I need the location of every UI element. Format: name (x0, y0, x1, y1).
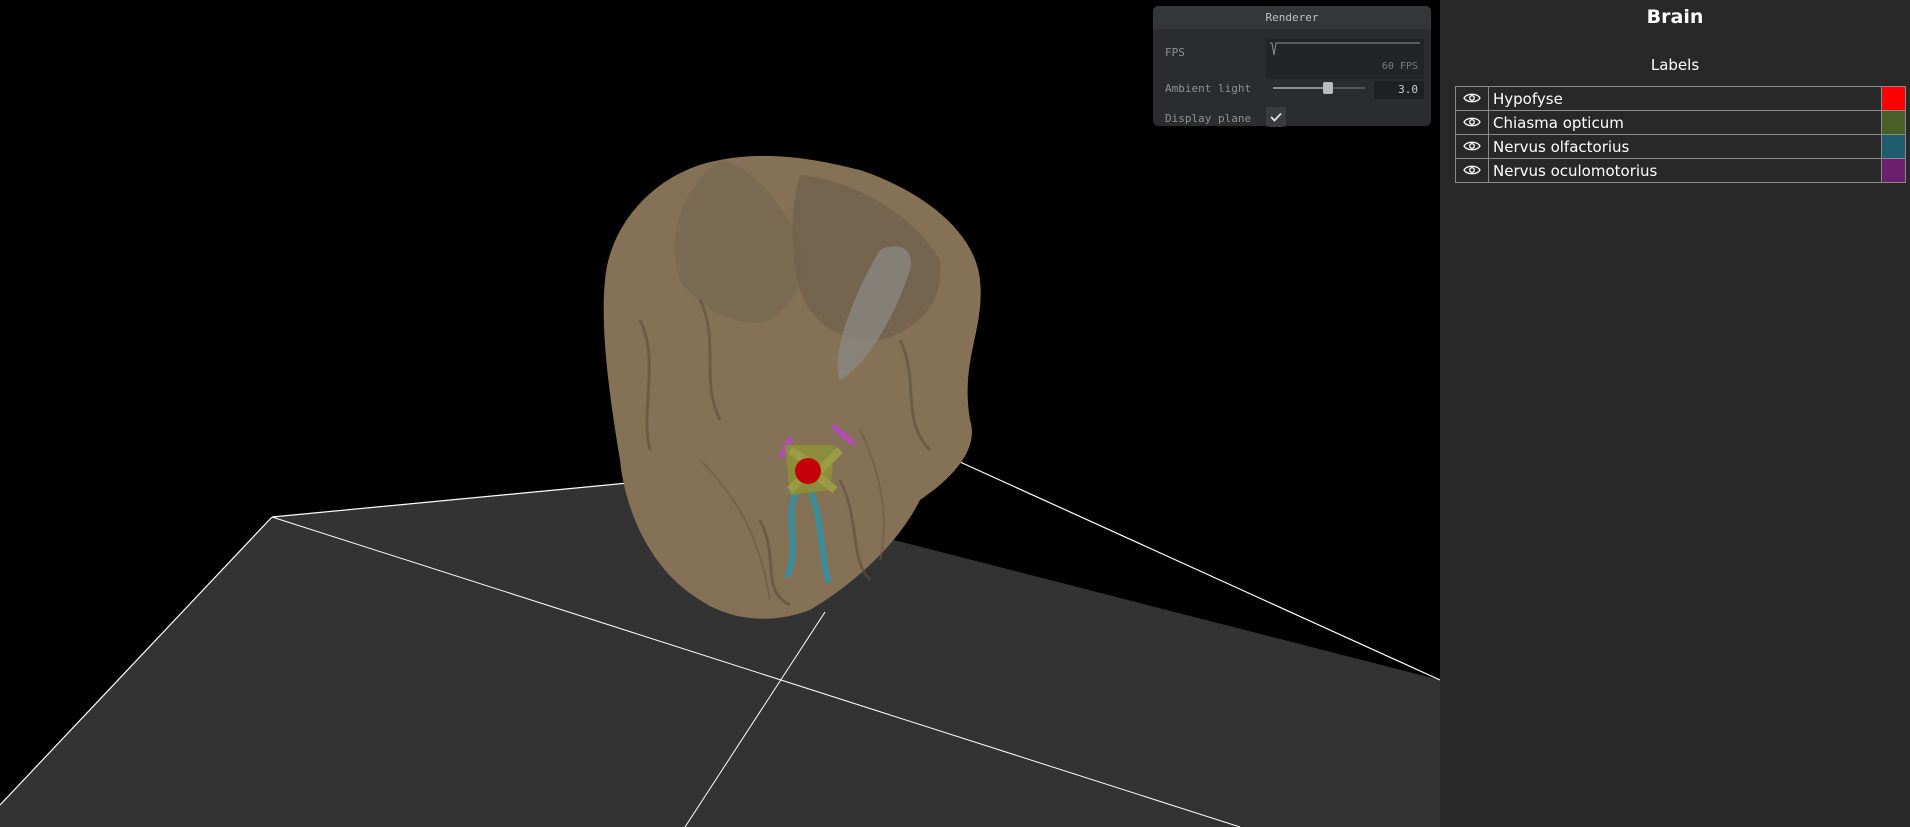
label-name: Nervus oculomotorius (1488, 158, 1882, 183)
label-color-swatch[interactable] (1881, 110, 1906, 135)
hypofyse-mesh (795, 458, 821, 484)
checkmark-icon (1270, 112, 1282, 122)
ambient-light-input[interactable]: 3.0 (1374, 81, 1424, 99)
fps-unit: FPS (1399, 61, 1418, 72)
label-row[interactable]: Chiasma opticum (1455, 110, 1906, 135)
eye-icon (1463, 93, 1481, 102)
labels-table: Hypofyse Chiasma opticum Nervus olfactoriu… (1455, 86, 1906, 183)
label-color-swatch[interactable] (1881, 134, 1906, 159)
slider-thumb[interactable] (1323, 82, 1334, 94)
visibility-toggle[interactable] (1455, 86, 1489, 111)
visibility-toggle[interactable] (1455, 158, 1489, 183)
fps-readout: 60 FPS (1382, 61, 1418, 72)
label-row[interactable]: Nervus olfactorius (1455, 134, 1906, 159)
fps-label: FPS (1165, 46, 1185, 59)
panel-title: Brain (1646, 6, 1704, 28)
visibility-toggle[interactable] (1455, 110, 1489, 135)
label-row[interactable]: Hypofyse (1455, 86, 1906, 111)
label-name: Chiasma opticum (1488, 110, 1882, 135)
slider-fill (1273, 87, 1329, 89)
display-plane-checkbox[interactable] (1266, 107, 1286, 127)
fps-value: 60 (1381, 61, 1394, 72)
eye-icon (1463, 165, 1481, 174)
renderer-title: Renderer (1153, 6, 1431, 29)
display-plane-label: Display plane (1165, 112, 1252, 125)
labels-heading: Labels (1650, 56, 1700, 74)
label-color-swatch[interactable] (1881, 158, 1906, 183)
side-panel: Brain Labels Hypofyse Chiasma opticum Nerv… (1440, 0, 1910, 827)
eye-icon (1463, 117, 1481, 126)
ambient-light-label: Ambient light (1165, 82, 1252, 95)
eye-icon (1463, 141, 1481, 150)
renderer-panel: Renderer FPS 60 FPS Ambient light 3.0 Di… (1153, 6, 1431, 127)
label-name: Nervus olfactorius (1488, 134, 1882, 159)
label-row[interactable]: Nervus oculomotorius (1455, 158, 1906, 183)
3d-viewport[interactable]: Renderer FPS 60 FPS Ambient light 3.0 Di… (0, 0, 1440, 827)
label-name: Hypofyse (1488, 86, 1882, 111)
visibility-toggle[interactable] (1455, 134, 1489, 159)
ambient-light-slider[interactable] (1273, 82, 1365, 94)
label-color-swatch[interactable] (1881, 86, 1906, 111)
fps-graph: 60 FPS (1266, 39, 1424, 79)
